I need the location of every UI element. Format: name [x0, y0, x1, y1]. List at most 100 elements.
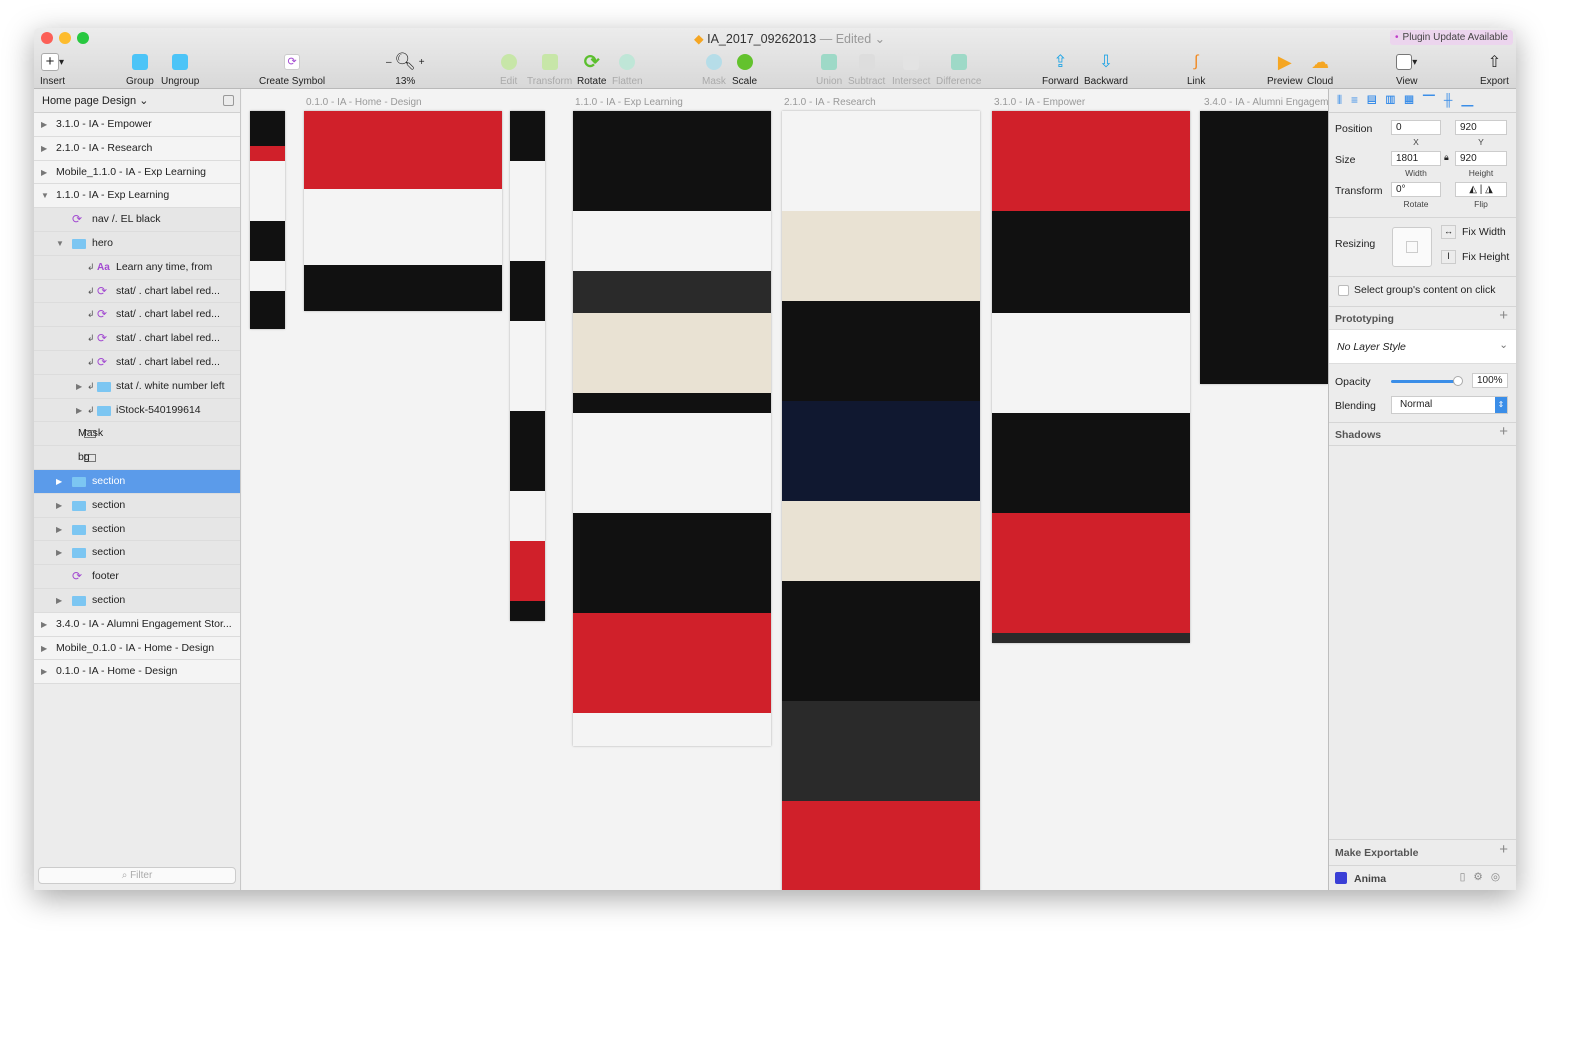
- layer-row[interactable]: ▶ 3.4.0 - IA - Alumni Engagement Stor...: [34, 612, 240, 637]
- rotate-field[interactable]: 0°: [1391, 182, 1441, 197]
- subtract-button[interactable]: Subtract: [848, 50, 885, 87]
- layer-row[interactable]: ▶ Mobile_1.1.0 - IA - Exp Learning: [34, 160, 240, 185]
- lock-icon[interactable]: 🔒︎: [1444, 152, 1449, 163]
- disclosure-collapsed-icon[interactable]: ▶: [41, 613, 47, 637]
- flatten-button[interactable]: Flatten: [612, 50, 643, 87]
- layer-row[interactable]: ↲ ⟳ stat/ . chart label red...: [34, 279, 240, 304]
- artboard[interactable]: [510, 111, 545, 621]
- disclosure-collapsed-icon[interactable]: ▶: [56, 494, 62, 518]
- layer-row[interactable]: ▶ section: [34, 469, 240, 494]
- add-export-icon[interactable]: +: [1499, 841, 1508, 858]
- view-button[interactable]: ▾ View: [1396, 50, 1418, 87]
- backward-button[interactable]: ⇩ Backward: [1084, 50, 1128, 87]
- artboard-label[interactable]: 3.1.0 - IA - Empower: [994, 97, 1085, 108]
- layer-row[interactable]: ↲ ⟳ stat/ . chart label red...: [34, 350, 240, 375]
- layer-row[interactable]: ▼ hero: [34, 231, 240, 256]
- create-symbol-button[interactable]: ⟳ Create Symbol: [259, 50, 325, 87]
- zoom-control[interactable]: – 🔍︎ +13%: [386, 50, 425, 87]
- artboard[interactable]: [1200, 111, 1328, 384]
- layer-row[interactable]: ▶ Mobile_0.1.0 - IA - Home - Design: [34, 636, 240, 661]
- disclosure-expanded-icon[interactable]: ▼: [56, 232, 64, 256]
- plugin-update-badge[interactable]: Plugin Update Available: [1390, 30, 1513, 45]
- layer-row[interactable]: Mask: [34, 422, 240, 447]
- forward-button[interactable]: ⇪ Forward: [1042, 50, 1079, 87]
- disclosure-collapsed-icon[interactable]: ▶: [76, 375, 82, 399]
- fix-width-checkbox[interactable]: ↔: [1441, 225, 1456, 239]
- layer-row[interactable]: ▶ ↲ iStock-540199614: [34, 398, 240, 423]
- transform-button[interactable]: Transform: [527, 50, 572, 87]
- pages-toggle-icon[interactable]: [223, 95, 234, 106]
- layer-style-dropdown[interactable]: No Layer Style ⌄: [1329, 329, 1516, 364]
- artboard[interactable]: [304, 111, 502, 311]
- preview-button[interactable]: ▶ Preview: [1267, 50, 1303, 88]
- disclosure-collapsed-icon[interactable]: ▶: [41, 113, 47, 137]
- disclosure-collapsed-icon[interactable]: ▶: [56, 589, 62, 613]
- intersect-button[interactable]: Intersect: [892, 50, 930, 87]
- group-button[interactable]: Group: [126, 50, 154, 87]
- y-field[interactable]: 920: [1455, 120, 1507, 135]
- disclosure-collapsed-icon[interactable]: ▶: [41, 137, 47, 161]
- layer-row[interactable]: ▶ 0.1.0 - IA - Home - Design: [34, 660, 240, 685]
- anima-tools[interactable]: ▯⚙◎: [1460, 871, 1508, 883]
- height-field[interactable]: 920: [1455, 151, 1507, 166]
- artboard[interactable]: [250, 111, 285, 329]
- resizing-constraints-widget[interactable]: [1392, 227, 1432, 267]
- layer-row[interactable]: ▶ ↲ stat /. white number left: [34, 374, 240, 399]
- disclosure-collapsed-icon[interactable]: ▶: [56, 541, 62, 565]
- layer-row[interactable]: ▶ 2.1.0 - IA - Research: [34, 136, 240, 161]
- flip-buttons[interactable]: ◭ | ◮: [1455, 182, 1507, 197]
- export-button[interactable]: ⇧ Export: [1480, 50, 1509, 87]
- minimize-button[interactable]: [59, 32, 71, 44]
- edit-button[interactable]: Edit: [500, 50, 517, 87]
- zoom-in-button[interactable]: +: [419, 57, 425, 68]
- filter-input[interactable]: ⌕ Filter: [38, 867, 236, 884]
- layer-row[interactable]: ▶ section: [34, 493, 240, 518]
- layer-row[interactable]: ▶ section: [34, 541, 240, 566]
- artboard-label[interactable]: 0.1.0 - IA - Home - Design: [306, 97, 422, 108]
- page-selector[interactable]: Home page Design ⌄: [34, 89, 240, 113]
- opacity-field[interactable]: 100%: [1472, 373, 1508, 388]
- disclosure-expanded-icon[interactable]: ▼: [41, 184, 49, 208]
- zoom-out-button[interactable]: –: [386, 57, 392, 68]
- disclosure-collapsed-icon[interactable]: ▶: [56, 470, 62, 494]
- ungroup-button[interactable]: Ungroup: [161, 50, 199, 87]
- artboard[interactable]: [573, 111, 771, 746]
- x-field[interactable]: 0: [1391, 120, 1441, 135]
- alignment-toolbar[interactable]: ⫴≡▤▥▦▔╫▁: [1329, 89, 1516, 113]
- layer-row[interactable]: ▶ 3.1.0 - IA - Empower: [34, 113, 240, 137]
- disclosure-collapsed-icon[interactable]: ▶: [41, 161, 47, 185]
- artboard[interactable]: [782, 111, 980, 890]
- document-title[interactable]: ◆ IA_2017_09262013 — Edited ⌄: [694, 31, 885, 46]
- union-button[interactable]: Union: [816, 50, 842, 87]
- layer-row[interactable]: ▼ 1.1.0 - IA - Exp Learning: [34, 184, 240, 209]
- disclosure-collapsed-icon[interactable]: ▶: [56, 518, 62, 542]
- cloud-button[interactable]: ☁ Cloud: [1307, 50, 1333, 88]
- layer-row[interactable]: ▶ section: [34, 517, 240, 542]
- layer-row[interactable]: bg: [34, 446, 240, 470]
- artboard-label[interactable]: 3.4.0 - IA - Alumni Engagement: [1204, 97, 1328, 108]
- settings-icon[interactable]: ⚙: [1473, 871, 1490, 883]
- blending-select[interactable]: Normal ⇕: [1391, 396, 1508, 414]
- layer-row[interactable]: ⟳ footer: [34, 565, 240, 589]
- layer-row[interactable]: ↲ Aa Learn any time, from: [34, 255, 240, 280]
- disclosure-collapsed-icon[interactable]: ▶: [41, 660, 47, 684]
- difference-button[interactable]: Difference: [936, 50, 981, 87]
- zoom-window-button[interactable]: [77, 32, 89, 44]
- mask-button[interactable]: Mask: [702, 50, 726, 87]
- layout-icon[interactable]: ▯: [1460, 871, 1474, 883]
- flip-vertical-icon[interactable]: ◮: [1485, 184, 1493, 195]
- fix-height-checkbox[interactable]: I: [1441, 250, 1456, 264]
- info-icon[interactable]: ◎: [1491, 871, 1508, 883]
- disclosure-collapsed-icon[interactable]: ▶: [41, 637, 47, 661]
- select-group-content-checkbox[interactable]: [1338, 285, 1349, 296]
- link-button[interactable]: ∫ Link: [1187, 50, 1205, 87]
- layer-row[interactable]: ↲ ⟳ stat/ . chart label red...: [34, 327, 240, 351]
- add-prototyping-icon[interactable]: +: [1499, 307, 1508, 324]
- layer-row[interactable]: ↲ ⟳ stat/ . chart label red...: [34, 303, 240, 328]
- opacity-slider[interactable]: [1391, 376, 1463, 386]
- width-field[interactable]: 1801: [1391, 151, 1441, 166]
- opacity-slider-handle[interactable]: [1453, 376, 1463, 386]
- align-icons[interactable]: ⫴≡▤▥▦▔╫▁: [1337, 93, 1482, 107]
- add-shadow-icon[interactable]: +: [1499, 423, 1508, 440]
- layer-row[interactable]: ▶ section: [34, 588, 240, 613]
